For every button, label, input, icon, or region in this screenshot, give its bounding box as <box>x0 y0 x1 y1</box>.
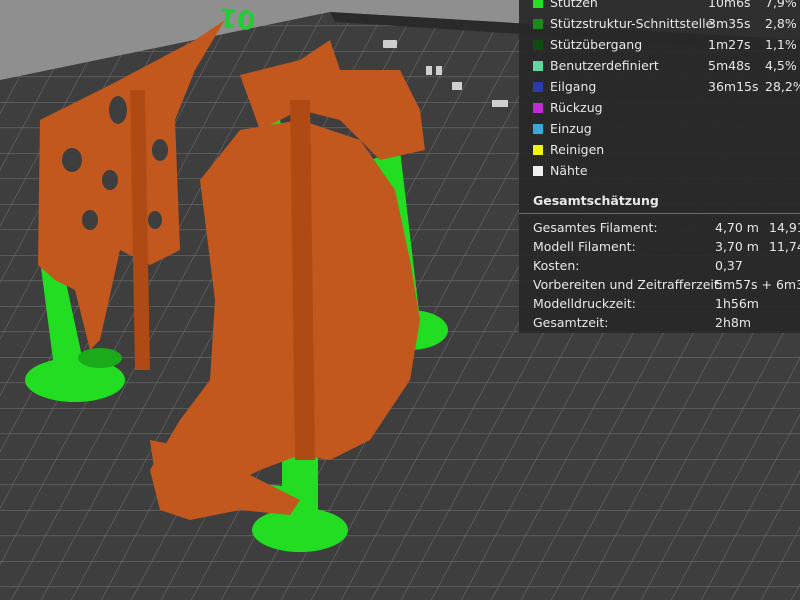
legend-row: Stützen 10m6s 7,9% <box>533 0 800 13</box>
legend-row: Reinigen <box>533 140 800 160</box>
legend-swatch <box>533 0 543 8</box>
plate-label: 01 <box>218 1 257 34</box>
legend-swatch <box>533 19 543 29</box>
legend-name: Reinigen <box>550 142 605 157</box>
legend-row: Benutzerdefiniert 5m48s 4,5% <box>533 56 800 76</box>
summary-value: 0,37 <box>715 258 743 273</box>
legend-time: 36m15s <box>708 79 759 94</box>
legend-percent: 1,1% <box>765 37 797 52</box>
legend-name: Eilgang <box>550 79 597 94</box>
summary-label: Modell Filament: <box>533 239 636 254</box>
legend-swatch <box>533 61 543 71</box>
legend-swatch <box>533 40 543 50</box>
summary-label: Kosten: <box>533 258 580 273</box>
legend-swatch <box>533 82 543 92</box>
summary-row: Kosten: 0,37 <box>533 258 800 278</box>
summary-row: Vorbereiten und Zeitrafferzeit: 5m57s + 6… <box>533 277 800 297</box>
summary-label: Gesamtes Filament: <box>533 220 658 235</box>
legend-row: Einzug <box>533 119 800 139</box>
legend-name: Rückzug <box>550 100 603 115</box>
legend-swatch <box>533 124 543 134</box>
legend-row: Rückzug <box>533 98 800 118</box>
legend-time: 3m35s <box>708 16 751 31</box>
legend-percent: 4,5% <box>765 58 797 73</box>
legend-name: Nähte <box>550 163 588 178</box>
legend-name: Einzug <box>550 121 592 136</box>
summary-title: Gesamtschätzung <box>533 193 659 208</box>
legend-time: 5m48s <box>708 58 751 73</box>
legend-time: 10m6s <box>708 0 751 10</box>
legend-name: Stützübergang <box>550 37 643 52</box>
legend-percent: 28,2% <box>765 79 800 94</box>
summary-row: Modelldruckzeit: 1h56m <box>533 296 800 316</box>
summary-label: Modelldruckzeit: <box>533 296 636 311</box>
legend-time: 1m27s <box>708 37 751 52</box>
legend-name: Benutzerdefiniert <box>550 58 659 73</box>
legend-swatch <box>533 145 543 155</box>
legend-name: Stützen <box>550 0 598 10</box>
legend-row: Stützübergang 1m27s 1,1% <box>533 35 800 55</box>
legend-row: Stützstruktur-Schnittstelle 3m35s 2,8% <box>533 14 800 34</box>
summary-label: Gesamtzeit: <box>533 315 609 330</box>
slicer-stats-panel: Stützen 10m6s 7,9% Stützstruktur-Schnittste… <box>519 0 800 333</box>
legend-row: Eilgang 36m15s 28,2% <box>533 77 800 97</box>
legend-percent: 7,9% <box>765 0 797 10</box>
summary-value: 5m57s + 6m31 <box>715 277 800 292</box>
legend-name: Stützstruktur-Schnittstelle <box>550 16 714 31</box>
legend-row: Nähte <box>533 161 800 181</box>
summary-value-secondary: 14,91 <box>769 220 800 235</box>
summary-label: Vorbereiten und Zeitrafferzeit: <box>533 277 723 292</box>
legend-swatch <box>533 103 543 113</box>
summary-row: Modell Filament: 3,70 m 11,74 <box>533 239 800 259</box>
summary-divider <box>519 213 800 214</box>
summary-value: 4,70 m <box>715 220 759 235</box>
summary-value: 3,70 m <box>715 239 759 254</box>
summary-value-secondary: 11,74 <box>769 239 800 254</box>
summary-value: 1h56m <box>715 296 759 311</box>
summary-row: Gesamtzeit: 2h8m <box>533 315 800 335</box>
summary-row: Gesamtes Filament: 4,70 m 14,91 <box>533 220 800 240</box>
summary-value: 2h8m <box>715 315 752 330</box>
legend-percent: 2,8% <box>765 16 797 31</box>
legend-swatch <box>533 166 543 176</box>
